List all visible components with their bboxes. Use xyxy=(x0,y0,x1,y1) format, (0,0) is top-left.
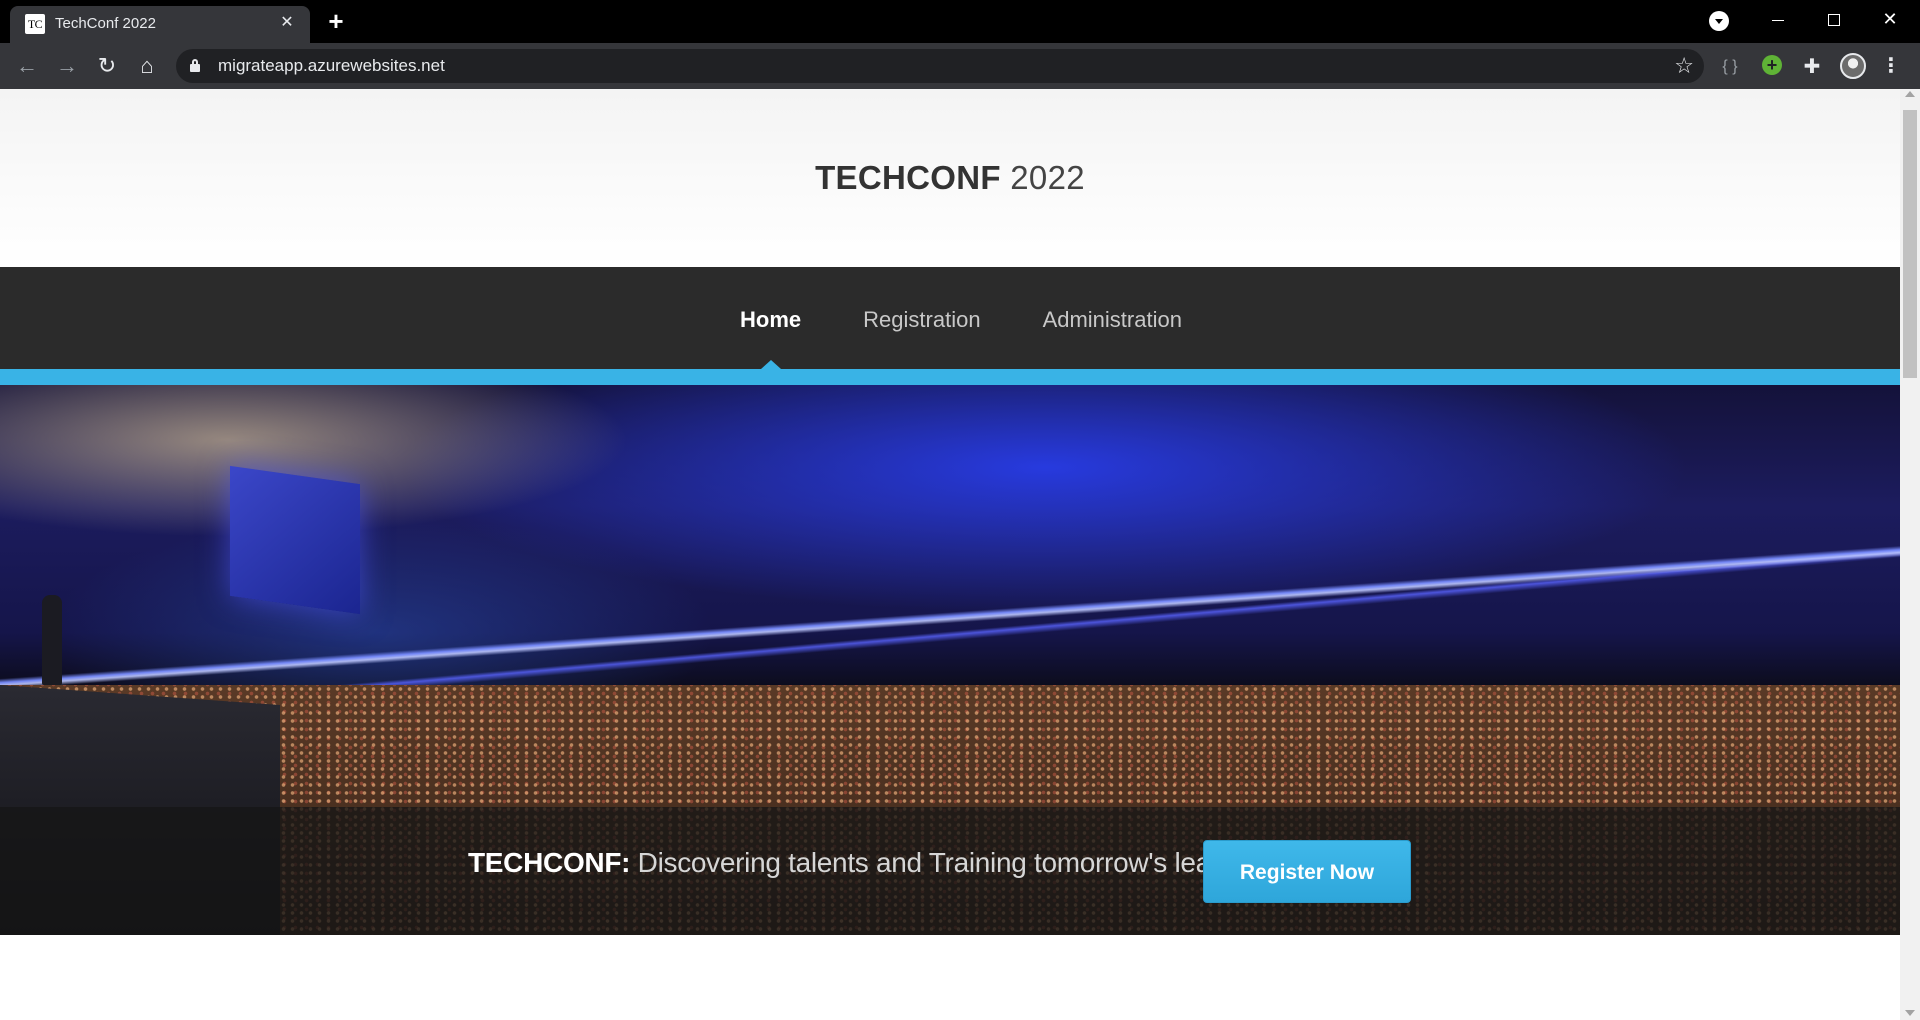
scroll-down-arrow-icon[interactable] xyxy=(1905,1010,1915,1016)
window-restore-button[interactable] xyxy=(1808,0,1860,40)
minimize-icon xyxy=(1772,19,1784,21)
window-minimize-button[interactable] xyxy=(1752,0,1804,40)
address-bar[interactable]: migrateapp.azurewebsites.net ☆ xyxy=(176,49,1704,83)
extensions-puzzle-icon[interactable]: ✚ xyxy=(1800,55,1824,79)
browser-tab-strip: TC TechConf 2022 ✕ + ✕ xyxy=(0,0,1920,43)
page-viewport: TECHCONF 2022 Home Registration Administ… xyxy=(0,89,1900,1020)
tagline-brand: TECHCONF: xyxy=(468,847,631,878)
forward-arrow-icon[interactable]: → xyxy=(52,51,82,81)
back-arrow-icon[interactable]: ← xyxy=(12,51,42,81)
hero-banner: TECHCONF: Discovering talents and Traini… xyxy=(0,385,1900,935)
scroll-thumb[interactable] xyxy=(1903,110,1917,378)
logo-year: 2022 xyxy=(1010,159,1085,196)
page-body xyxy=(0,935,1900,1020)
browser-toolbar: ← → ↻ ⌂ migrateapp.azurewebsites.net ☆ {… xyxy=(0,43,1920,89)
url-text[interactable]: migrateapp.azurewebsites.net xyxy=(218,56,445,76)
bookmark-star-icon[interactable]: ☆ xyxy=(1674,53,1694,79)
hero-caption-band: TECHCONF: Discovering talents and Traini… xyxy=(0,807,1900,935)
page-scrollbar[interactable] xyxy=(1900,89,1920,1020)
new-tab-button[interactable]: + xyxy=(322,8,350,36)
window-close-button[interactable]: ✕ xyxy=(1864,0,1916,40)
nav-accent-bar xyxy=(0,369,1900,385)
restore-icon xyxy=(1828,14,1840,27)
browser-tab[interactable]: TC TechConf 2022 ✕ xyxy=(10,6,310,43)
hero-speaker xyxy=(42,595,62,685)
tab-close-icon[interactable]: ✕ xyxy=(276,12,298,34)
profile-avatar[interactable] xyxy=(1840,53,1866,79)
hero-tagline: TECHCONF: Discovering talents and Traini… xyxy=(468,847,1265,879)
lock-icon[interactable] xyxy=(190,59,200,72)
nav-registration[interactable]: Registration xyxy=(863,267,980,369)
reload-icon[interactable]: ↻ xyxy=(92,51,122,81)
home-icon[interactable]: ⌂ xyxy=(132,51,162,81)
tab-search-icon[interactable] xyxy=(1709,11,1729,31)
scroll-up-arrow-icon[interactable] xyxy=(1905,91,1915,97)
logo-brand: TECHCONF xyxy=(815,159,1001,196)
tagline-text: Discovering talents and Training tomorro… xyxy=(637,847,1265,878)
nav-home[interactable]: Home xyxy=(740,267,801,369)
site-header: TECHCONF 2022 xyxy=(0,89,1900,267)
hero-stage-screen xyxy=(230,465,360,615)
braces-extension-icon[interactable]: { } xyxy=(1718,55,1742,79)
site-logo[interactable]: TECHCONF 2022 xyxy=(0,159,1900,197)
register-now-button[interactable]: Register Now xyxy=(1203,840,1411,903)
green-plus-extension-icon[interactable]: + xyxy=(1760,55,1784,79)
tab-favicon-icon: TC xyxy=(25,14,45,34)
nav-administration[interactable]: Administration xyxy=(1043,267,1182,369)
browser-menu-icon[interactable]: ⋮ xyxy=(1878,53,1904,79)
tab-title: TechConf 2022 xyxy=(55,15,156,32)
main-navigation: Home Registration Administration xyxy=(0,267,1900,369)
